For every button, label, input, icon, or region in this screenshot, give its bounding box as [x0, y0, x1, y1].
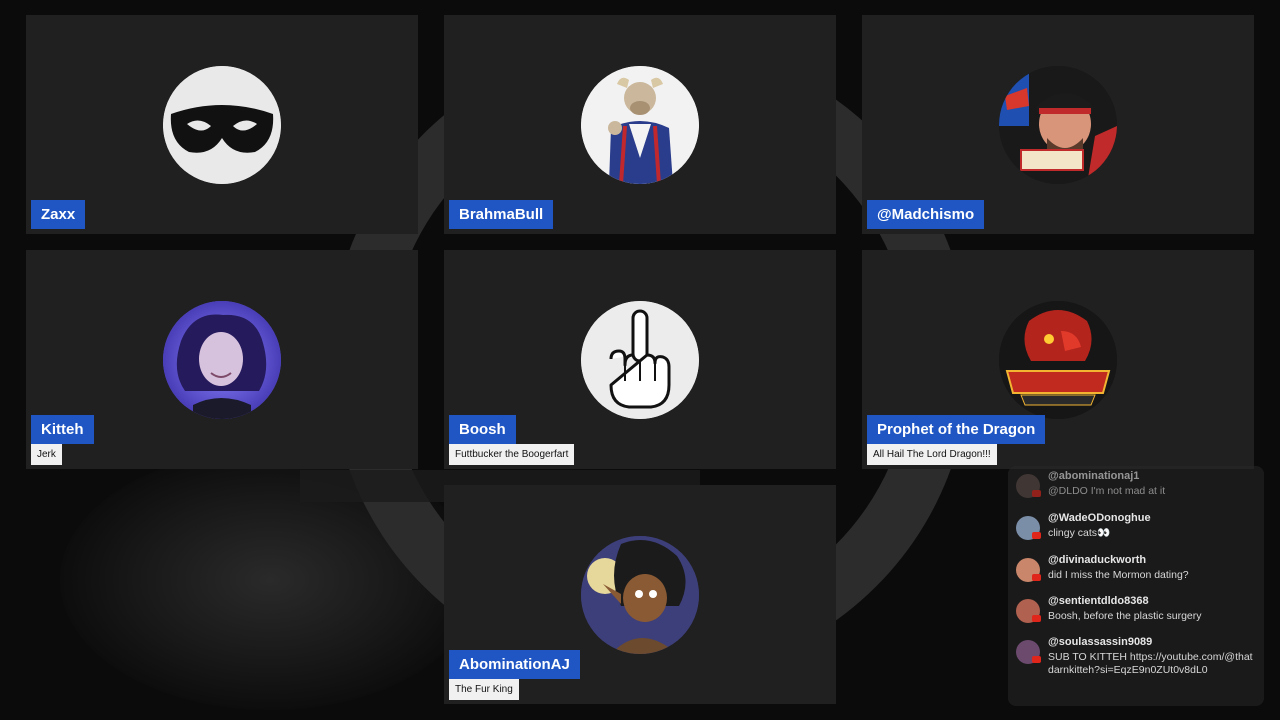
participant-caption: Jerk	[31, 444, 62, 465]
man-photo-avatar	[999, 66, 1117, 184]
chat-username: @abominationaj1	[1048, 470, 1140, 482]
participant-tile-abominationaj[interactable]: AbominationAJ The Fur King	[444, 485, 836, 704]
creature-cartoon-avatar	[581, 536, 699, 654]
participant-tile-boosh[interactable]: Boosh Futtbucker the Boogerfart	[444, 250, 836, 469]
participant-name: AbominationAJ	[449, 650, 580, 679]
participant-caption: Futtbucker the Boogerfart	[449, 444, 575, 465]
middle-finger-avatar	[581, 301, 699, 419]
participant-caption: All Hail The Lord Dragon!!!	[867, 444, 997, 465]
participant-tile-brahmabull[interactable]: BrahmaBull	[444, 15, 836, 234]
participant-tile-madchismo[interactable]: @Madchismo	[862, 15, 1254, 234]
participant-name: Boosh	[449, 415, 516, 444]
participant-tile-kitteh[interactable]: Kitteh Jerk	[26, 250, 418, 469]
chat-text: SUB TO KITTEH https://youtube.com/@thatd…	[1048, 651, 1253, 676]
participant-name: Prophet of the Dragon	[867, 415, 1046, 444]
chat-username: @soulassassin9089	[1048, 636, 1153, 648]
youtube-badge-icon	[1032, 490, 1041, 497]
woman-photo-avatar	[163, 301, 281, 419]
chat-username: @sentientdldo8368	[1048, 595, 1149, 607]
bull-avatar	[581, 66, 699, 184]
participant-name: BrahmaBull	[449, 200, 554, 229]
youtube-badge-icon	[1032, 532, 1041, 539]
mask-avatar	[163, 66, 281, 184]
chat-text: Boosh, before the plastic surgery	[1048, 610, 1202, 622]
youtube-badge-icon	[1032, 656, 1041, 663]
dragon-logo-avatar	[999, 301, 1117, 419]
participant-name: Kitteh	[31, 415, 94, 444]
participant-tile-zaxx[interactable]: Zaxx	[26, 15, 418, 234]
participant-name: Zaxx	[31, 200, 86, 229]
participant-caption: The Fur King	[449, 679, 519, 700]
youtube-badge-icon	[1032, 574, 1041, 581]
participant-name: @Madchismo	[867, 200, 985, 229]
participant-tile-prophet-of-the-dragon[interactable]: Prophet of the Dragon All Hail The Lord …	[862, 250, 1254, 469]
chat-username: @WadeODonoghue	[1048, 512, 1151, 524]
chat-text: @DLDO I'm not mad at it	[1048, 485, 1166, 497]
chat-username: @divinaduckworth	[1048, 554, 1147, 566]
chat-text: did I miss the Mormon dating?	[1048, 569, 1189, 581]
youtube-badge-icon	[1032, 615, 1041, 622]
live-chat-panel[interactable]: @abominationaj1 @DLDO I'm not mad at it …	[1008, 466, 1264, 706]
chat-text: clingy cats👀	[1048, 527, 1111, 539]
